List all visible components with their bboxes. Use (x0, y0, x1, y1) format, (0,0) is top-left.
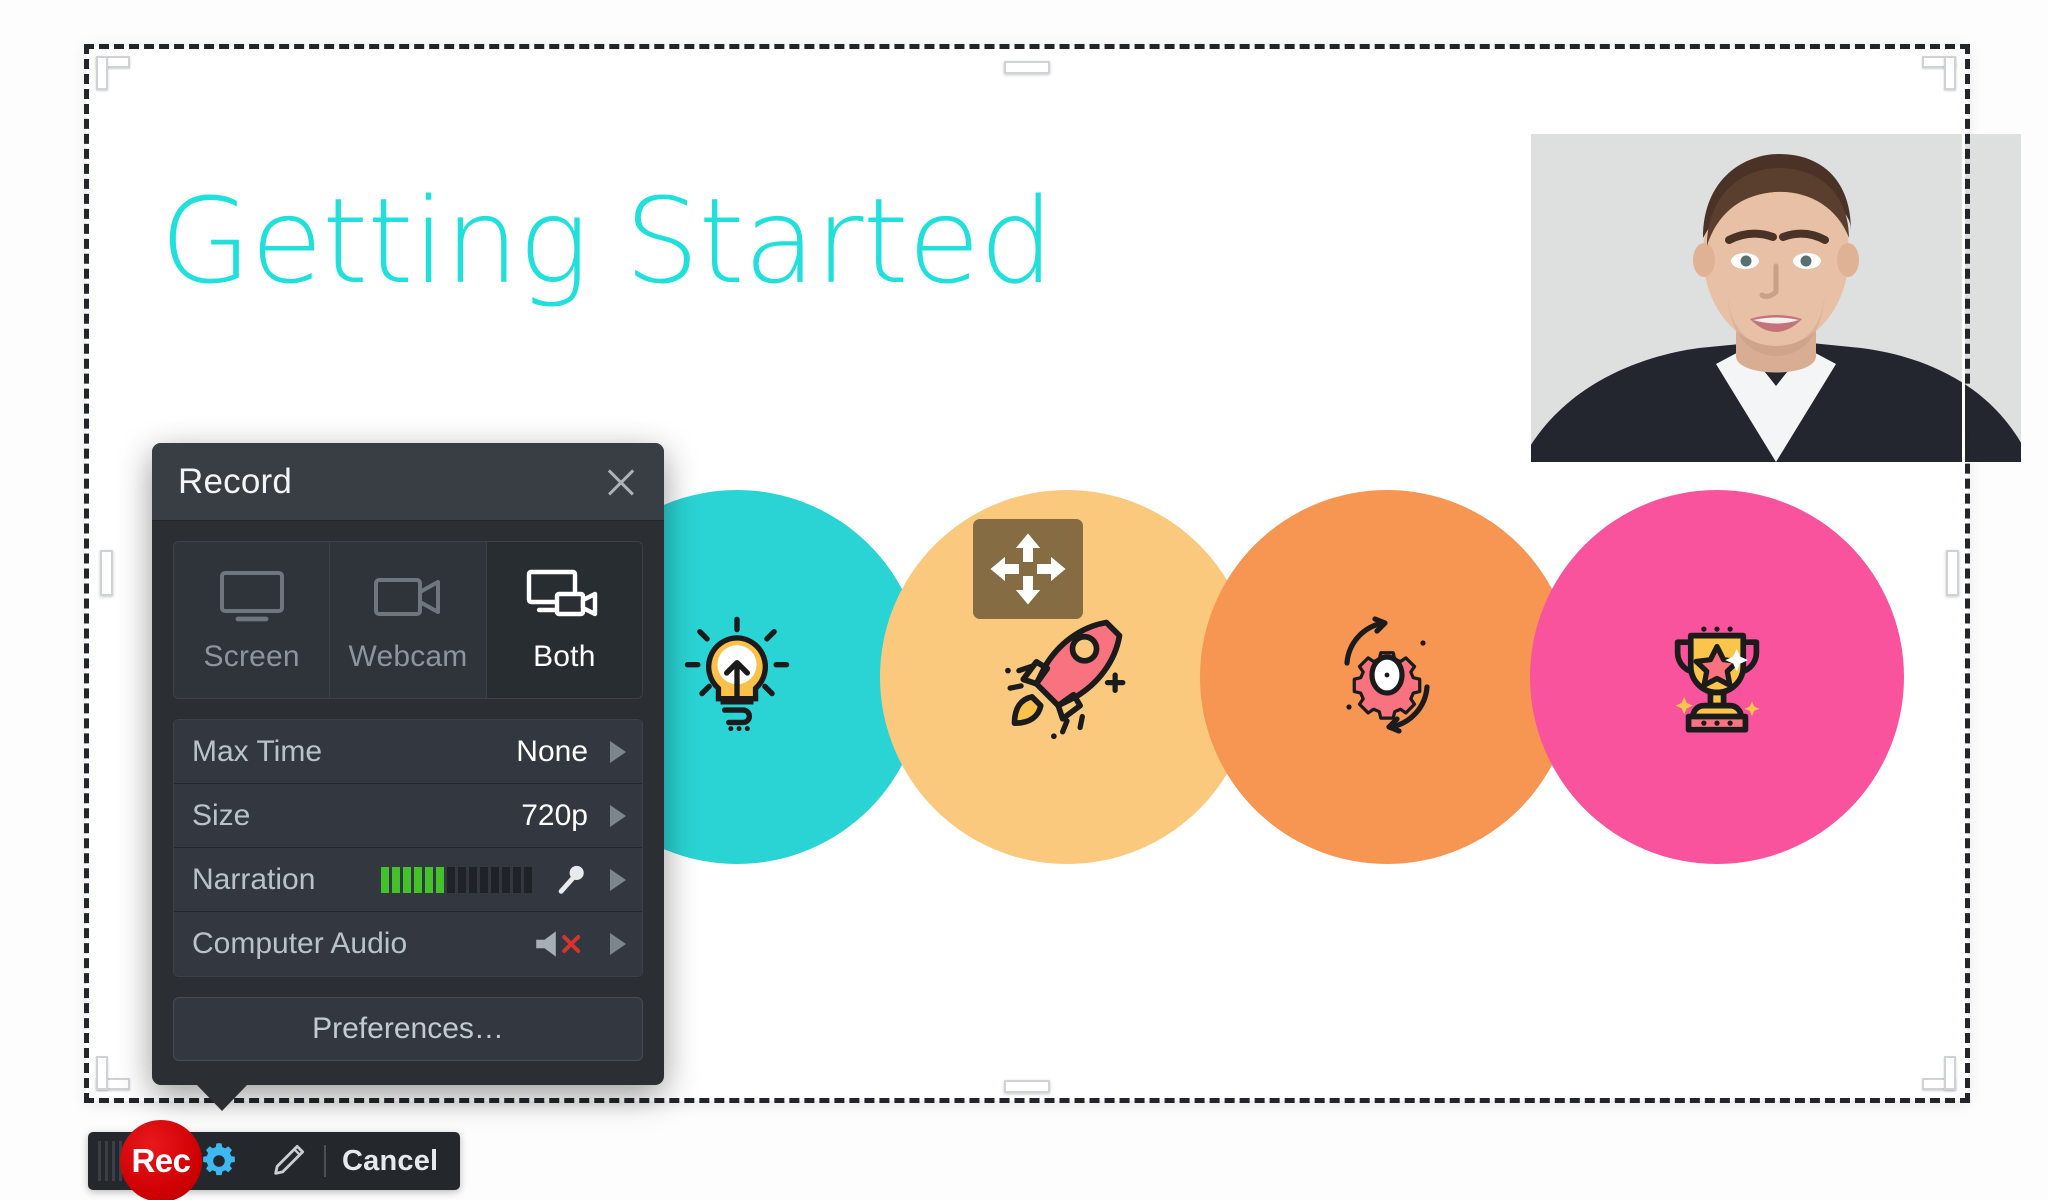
resize-handle-right[interactable] (1946, 550, 1959, 596)
mode-label-both: Both (533, 640, 596, 673)
chevron-right-icon[interactable] (610, 740, 626, 763)
chevron-right-icon[interactable] (610, 804, 626, 827)
resize-handle-bottom[interactable] (1004, 1080, 1050, 1093)
panel-pointer-arrow (196, 1084, 248, 1111)
chevron-right-icon[interactable] (610, 868, 626, 891)
record-button[interactable]: Rec (120, 1120, 202, 1200)
setting-row-max-time[interactable]: Max Time None (174, 720, 642, 784)
audio-level-bar (502, 866, 510, 893)
audio-level-bar (392, 866, 400, 893)
audio-level-meter (381, 866, 532, 893)
setting-value-size: 720p (521, 798, 588, 832)
setting-label-max-time: Max Time (192, 734, 323, 768)
gear-refresh-icon (1323, 611, 1451, 744)
setting-row-computer-audio[interactable]: Computer Audio (174, 912, 642, 976)
chevron-right-icon[interactable] (610, 933, 626, 955)
audio-level-bar (414, 866, 422, 893)
record-panel-title: Record (178, 461, 293, 501)
setting-row-size[interactable]: Size 720p (174, 784, 642, 848)
setting-row-narration[interactable]: Narration (174, 848, 642, 912)
rocket-icon (997, 605, 1137, 750)
record-panel: Record Screen Webcam Both Max Time None … (152, 443, 664, 1111)
webcam-subject (1531, 134, 2021, 462)
monitor-and-camera-icon (525, 566, 603, 628)
audio-level-bar (491, 866, 499, 893)
audio-level-bar (469, 866, 477, 893)
mode-button-screen[interactable]: Screen (174, 542, 331, 698)
resize-handle-top-left[interactable] (96, 56, 130, 90)
slide-circle-process (1200, 490, 1574, 864)
mode-button-both[interactable]: Both (486, 542, 642, 698)
resize-handle-top-right[interactable] (1922, 56, 1956, 90)
audio-level-bar (447, 866, 455, 893)
resize-handle-bottom-left[interactable] (96, 1056, 130, 1090)
audio-level-bar (480, 866, 488, 893)
audio-level-bar (403, 866, 411, 893)
record-panel-header: Record (152, 443, 664, 521)
move-cursor-icon[interactable] (973, 519, 1083, 619)
setting-label-narration: Narration (192, 862, 316, 896)
close-icon[interactable] (602, 463, 640, 501)
pencil-icon[interactable] (268, 1141, 308, 1181)
audio-level-bar (436, 866, 444, 893)
recorder-control-bar: Rec Cancel (88, 1120, 461, 1200)
toolbar-divider (324, 1145, 326, 1177)
preferences-button[interactable]: Preferences… (173, 997, 643, 1061)
setting-value-max-time: None (516, 734, 588, 768)
microphone-icon[interactable] (554, 863, 588, 897)
trophy-icon (1647, 605, 1787, 750)
resize-handle-top[interactable] (1004, 61, 1050, 74)
screen-recorder-app: Getting Started Record Screen Webcam Bot… (0, 0, 2048, 1200)
resize-handle-bottom-right[interactable] (1922, 1056, 1956, 1090)
mode-label-screen: Screen (203, 640, 300, 673)
gear-icon[interactable] (198, 1140, 240, 1182)
video-camera-icon (372, 566, 444, 628)
record-panel-body: Screen Webcam Both Max Time None Size 72… (152, 521, 664, 1085)
resize-handle-left[interactable] (100, 550, 113, 596)
audio-level-bar (513, 866, 521, 893)
audio-level-bar (425, 866, 433, 893)
mode-button-webcam[interactable]: Webcam (330, 542, 487, 698)
monitor-icon (218, 566, 286, 628)
mode-label-webcam: Webcam (348, 640, 468, 673)
capture-mode-group: Screen Webcam Both (173, 541, 643, 699)
record-settings-list: Max Time None Size 720p Narration Comput… (173, 719, 643, 977)
slide-circle-achieve (1530, 490, 1904, 864)
audio-level-bar (458, 866, 466, 893)
page-title: Getting Started (160, 172, 1054, 310)
cancel-button[interactable]: Cancel (342, 1145, 438, 1178)
lightbulb-arrow-icon (671, 609, 803, 746)
setting-label-computer-audio: Computer Audio (192, 927, 408, 960)
audio-level-bar (524, 866, 532, 893)
speaker-muted-icon[interactable] (532, 927, 588, 961)
setting-label-size: Size (192, 798, 251, 832)
audio-level-bar (381, 866, 389, 893)
webcam-preview[interactable] (1531, 134, 2021, 462)
